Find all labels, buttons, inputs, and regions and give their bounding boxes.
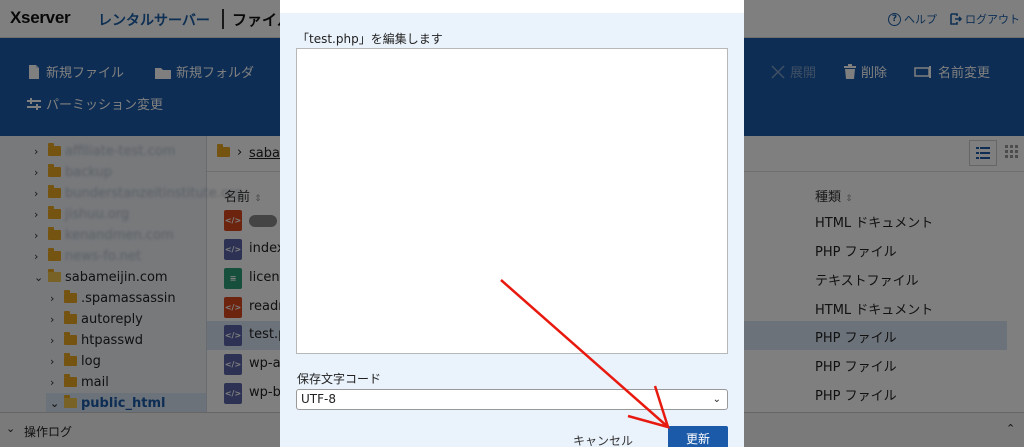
encoding-value: UTF-8 (301, 392, 336, 406)
dialog-title: 「test.php」を編集します (297, 32, 443, 46)
file-content-editor[interactable] (296, 48, 728, 354)
chevron-down-icon: ⌄ (712, 394, 721, 405)
update-button[interactable]: 更新 (668, 426, 728, 447)
edit-file-dialog: 「test.php」を編集します 保存文字コード UTF-8 ⌄ キャンセル 更… (280, 0, 744, 447)
cancel-button[interactable]: キャンセル (573, 432, 633, 447)
encoding-select[interactable]: UTF-8 ⌄ (296, 389, 728, 410)
dialog-header-strip (280, 0, 744, 13)
encoding-label: 保存文字コード (297, 372, 382, 386)
